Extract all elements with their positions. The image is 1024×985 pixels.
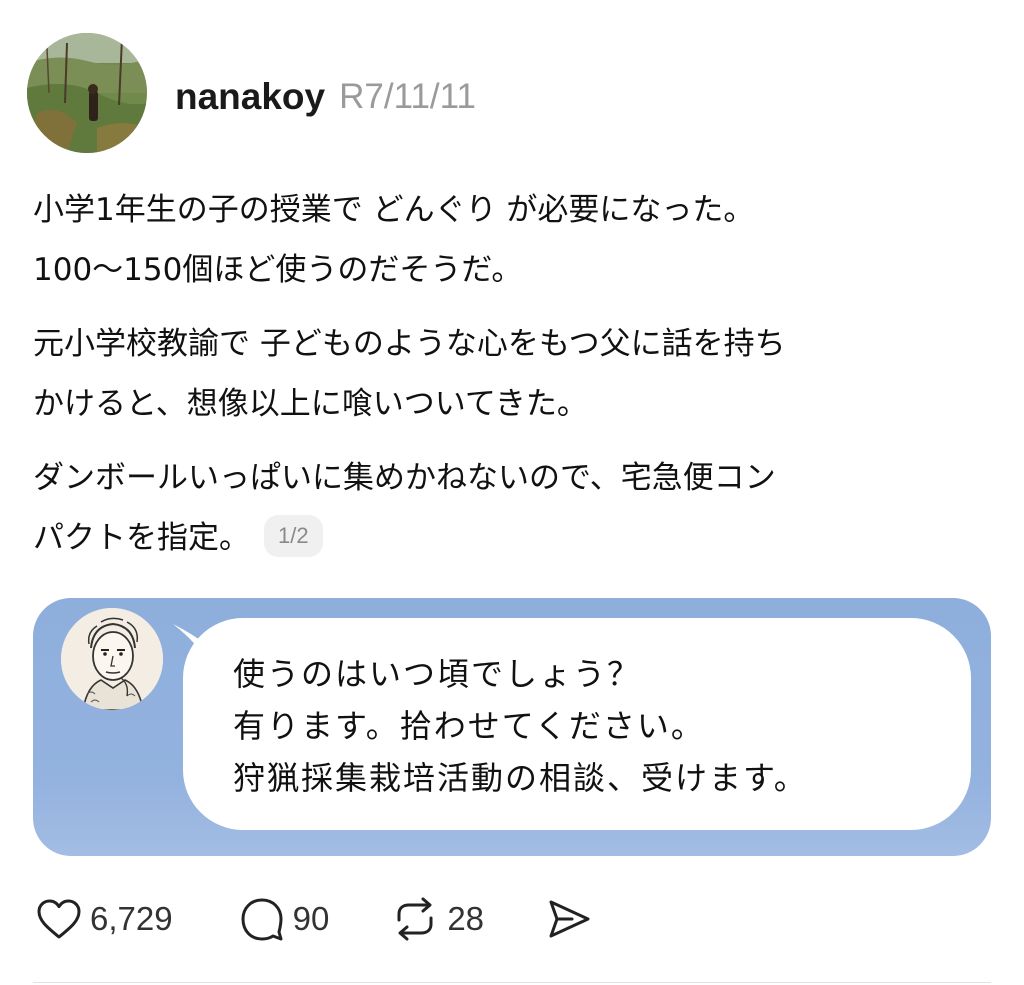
repost-button[interactable]: 28	[391, 896, 484, 942]
bubble-line: 使うのはいつ頃でしょう？	[233, 655, 642, 693]
text-line: 小学1年生の子の授業で どんぐり が必要になった。	[33, 192, 755, 228]
divider	[33, 982, 991, 983]
like-count: 6,729	[90, 900, 173, 937]
action-bar: 6,729 90 28	[36, 893, 592, 945]
reply-count: 90	[292, 900, 330, 937]
share-button[interactable]	[546, 898, 592, 940]
text-line-content: パクトを指定。	[33, 520, 250, 556]
text-line: 100～150個ほど使うのだそうだ。	[33, 252, 523, 288]
bubble-line: 狩猟採集栽培活動の相談、受けます。	[233, 759, 808, 797]
speech-bubble-text: 使うのはいつ頃でしょう？ 有ります。拾わせてください。 狩猟採集栽培活動の相談、…	[233, 648, 808, 804]
paragraph: 小学1年生の子の授業で どんぐり が必要になった。 100～150個ほど使うのだ…	[33, 180, 993, 300]
page-indicator[interactable]: 1/2	[264, 514, 323, 557]
avatar[interactable]	[27, 33, 147, 153]
paragraph: 元小学校教諭で 子どものような心をもつ父に話を持ち かけると、想像以上に喰いつい…	[33, 314, 993, 434]
post: nanakoy R7/11/11 小学1年生の子の授業で どんぐり が必要になっ…	[0, 0, 1024, 985]
text-line: 元小学校教諭で 子どものような心をもつ父に話を持ち	[33, 326, 786, 362]
text-line: かけると、想像以上に喰いついてきた。	[33, 386, 588, 422]
speech-bubble: 使うのはいつ頃でしょう？ 有ります。拾わせてください。 狩猟採集栽培活動の相談、…	[183, 618, 971, 830]
illustration-avatar	[61, 608, 163, 710]
paragraph: ダンボールいっぱいに集めかねないので、宅急便コン パクトを指定。 1/2	[33, 448, 993, 568]
repost-icon	[397, 897, 433, 941]
attached-image[interactable]: 使うのはいつ頃でしょう？ 有ります。拾わせてください。 狩猟採集栽培活動の相談、…	[33, 598, 991, 856]
post-body: 小学1年生の子の授業で どんぐり が必要になった。 100～150個ほど使うのだ…	[33, 180, 993, 582]
username[interactable]: nanakoy	[175, 76, 325, 118]
bubble-line: 有ります。拾わせてください。	[233, 707, 705, 745]
post-header: nanakoy R7/11/11	[175, 72, 476, 122]
repost-count: 28	[447, 900, 485, 937]
like-button[interactable]: 6,729	[36, 898, 173, 940]
reply-button[interactable]: 90	[239, 896, 330, 942]
avatar-photo	[27, 33, 147, 153]
text-line: ダンボールいっぱいに集めかねないので、宅急便コン	[33, 460, 776, 496]
heart-icon	[37, 899, 81, 939]
sketch-portrait	[61, 608, 163, 710]
post-date: R7/11/11	[339, 77, 476, 116]
comment-icon	[241, 898, 283, 941]
share-icon	[549, 900, 590, 938]
text-line: パクトを指定。 1/2	[33, 508, 993, 568]
